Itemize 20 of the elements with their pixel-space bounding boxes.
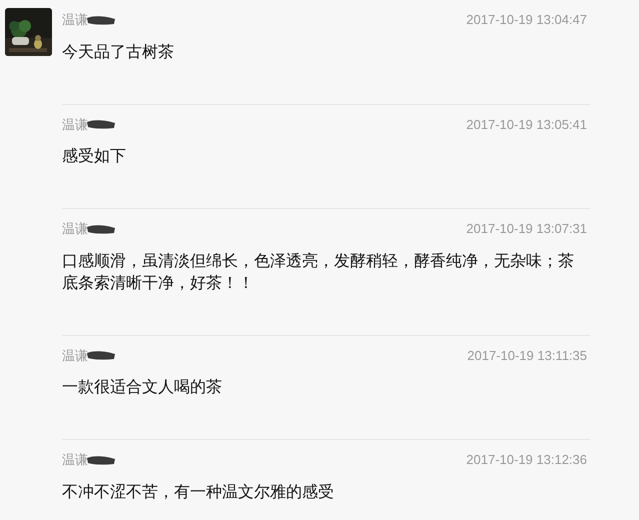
- author-name: 温谦: [62, 451, 88, 469]
- author-name: 温谦: [62, 116, 88, 134]
- redaction-mark: [86, 14, 116, 26]
- timestamp: 2017-10-19 13:12:36: [466, 451, 588, 469]
- timestamp: 2017-10-19 13:04:47: [466, 11, 588, 29]
- author-name: 温谦: [62, 346, 88, 364]
- message-text: 感受如下: [62, 146, 127, 167]
- redaction-mark: [86, 118, 116, 130]
- message-text: 今天品了古树茶: [62, 42, 175, 62]
- redaction-mark: [86, 349, 116, 362]
- redaction-mark: [86, 222, 116, 235]
- author-name: 温谦: [62, 220, 88, 238]
- message-text: 不冲不涩不苦，有一种温文尔雅的感受: [62, 482, 335, 502]
- message-text: 一款很适合文人喝的茶: [62, 378, 223, 398]
- author-name: 温谦: [62, 11, 88, 29]
- timestamp: 2017-10-19 13:05:41: [466, 116, 588, 134]
- timestamp: 2017-10-19 13:11:35: [467, 346, 588, 364]
- redaction-mark: [86, 454, 116, 466]
- timestamp: 2017-10-19 13:07:31: [466, 220, 588, 238]
- message-text: 口感顺滑，虽清淡但绵长，色泽透亮，发酵稍轻，酵香纯净，无杂味；茶底条索清晰干净，好茶！！: [62, 252, 575, 294]
